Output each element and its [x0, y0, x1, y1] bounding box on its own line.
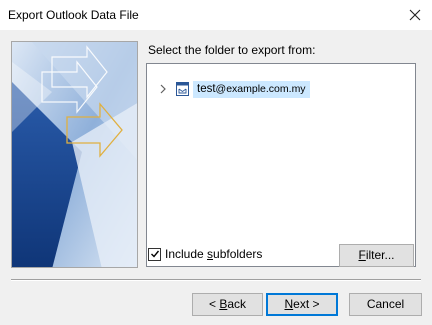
wizard-art-graphic — [12, 42, 137, 267]
title-bar: Export Outlook Data File — [0, 0, 432, 30]
include-subfolders-label[interactable]: Include subfolders — [165, 247, 262, 261]
back-button[interactable]: < Back — [192, 293, 263, 316]
next-button[interactable]: Next > — [266, 293, 338, 316]
window-title: Export Outlook Data File — [8, 8, 139, 22]
folder-tree[interactable]: test@example.com.my — [146, 63, 416, 267]
checkmark-icon — [150, 250, 159, 258]
close-button[interactable] — [398, 0, 432, 30]
folder-select-prompt: Select the folder to export from: — [148, 43, 315, 57]
account-name: test — [197, 82, 216, 95]
footer-separator — [11, 279, 421, 281]
chevron-right-icon[interactable] — [157, 83, 169, 95]
wizard-side-image — [11, 41, 138, 268]
cancel-button[interactable]: Cancel — [349, 293, 422, 316]
close-icon — [409, 9, 421, 21]
filter-button[interactable]: Filter... — [339, 244, 414, 267]
include-subfolders-option[interactable]: Include subfolders — [148, 247, 262, 261]
include-subfolders-checkbox[interactable] — [148, 247, 161, 261]
account-domain: @example.com.my — [215, 82, 306, 95]
account-label[interactable]: test@example.com.my — [193, 80, 310, 98]
dialog-body: Select the folder to export from: test@e… — [0, 30, 432, 325]
prompt-text: Select the folder to export from: — [148, 43, 316, 57]
mailbox-icon — [175, 81, 190, 97]
tree-item-account[interactable]: test@example.com.my — [157, 79, 310, 99]
